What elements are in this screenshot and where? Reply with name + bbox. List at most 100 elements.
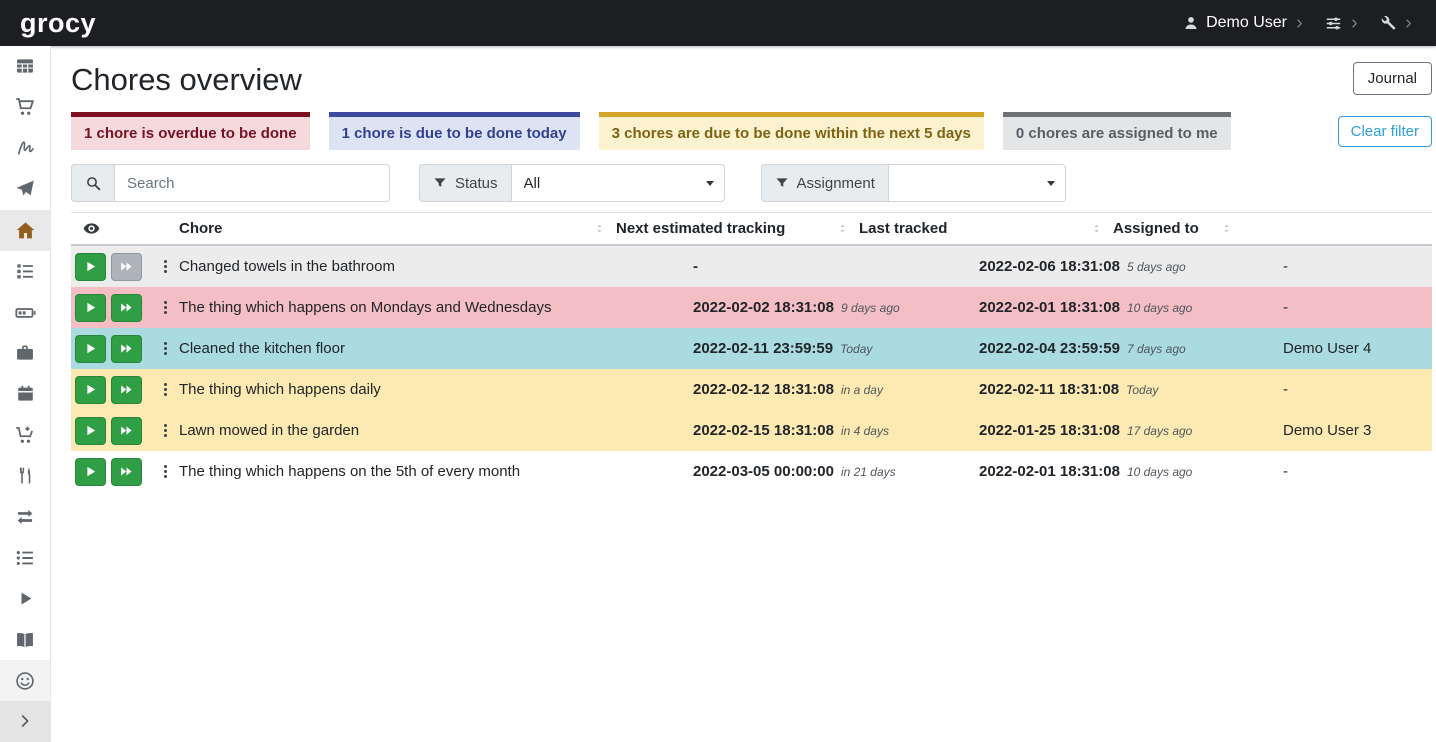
row-menu-button[interactable]	[154, 294, 176, 322]
track-execution-button[interactable]	[75, 294, 106, 322]
sidebar-item-stock-overview[interactable]	[0, 46, 50, 87]
assigned-to-cell: -	[1283, 299, 1432, 316]
sidebar-item-inventory[interactable]	[0, 537, 50, 578]
row-menu-button[interactable]	[154, 376, 176, 404]
last-tracked-cell: 2022-01-25 18:31:0817 days ago	[979, 422, 1283, 439]
home-icon	[15, 220, 36, 241]
briefcase-icon	[15, 343, 35, 363]
skip-execution-button[interactable]	[111, 253, 142, 281]
sidebar-item-chores-overview[interactable]	[0, 210, 50, 251]
chevron-right-icon	[1349, 18, 1360, 29]
battery-icon	[15, 302, 36, 323]
ellipsis-vertical-icon	[157, 299, 174, 316]
banner-due-today[interactable]: 1 chore is due to be done today	[329, 112, 580, 150]
row-menu-button[interactable]	[154, 253, 176, 281]
skip-execution-button[interactable]	[111, 376, 142, 404]
sidebar-item-feedback[interactable]	[0, 660, 50, 701]
utensils-icon	[16, 466, 35, 485]
cart-plus-icon	[15, 425, 35, 445]
table-icon	[15, 56, 35, 76]
paper-plane-icon	[15, 179, 35, 199]
last-tracked-cell: 2022-02-01 18:31:0810 days ago	[979, 299, 1283, 316]
search-input[interactable]	[114, 164, 390, 202]
next-tracking-cell: 2022-02-12 18:31:08in a day	[693, 381, 979, 398]
skip-execution-button[interactable]	[111, 417, 142, 445]
sidebar-item-purchase[interactable]	[0, 414, 50, 455]
last-tracked-cell: 2022-02-01 18:31:0810 days ago	[979, 463, 1283, 480]
row-menu-button[interactable]	[154, 417, 176, 445]
sidebar-item-battery-tracking[interactable]	[0, 619, 50, 660]
sidebar-item-equipment[interactable]	[0, 333, 50, 374]
list-icon	[15, 548, 35, 568]
chore-row: The thing which happens daily 2022-02-12…	[71, 369, 1432, 410]
user-menu[interactable]: Demo User	[1183, 14, 1305, 32]
search-icon	[71, 164, 114, 202]
journal-button[interactable]: Journal	[1353, 62, 1432, 95]
chore-row: Lawn mowed in the garden 2022-02-15 18:3…	[71, 410, 1432, 451]
banner-due-soon[interactable]: 3 chores are due to be done within the n…	[599, 112, 984, 150]
sidebar-item-tasks[interactable]	[0, 251, 50, 292]
skip-icon	[119, 423, 134, 438]
chore-row: Cleaned the kitchen floor 2022-02-11 23:…	[71, 328, 1432, 369]
last-tracked-cell: 2022-02-06 18:31:085 days ago	[979, 258, 1283, 275]
chevron-right-icon	[1403, 18, 1414, 29]
track-execution-button[interactable]	[75, 458, 106, 486]
topbar: grocy Demo User	[0, 0, 1436, 46]
sidebar-item-shopping-list[interactable]	[0, 87, 50, 128]
row-menu-button[interactable]	[154, 458, 176, 486]
play-icon	[16, 589, 35, 608]
sidebar-item-transfer[interactable]	[0, 496, 50, 537]
column-header-chore[interactable]: Chore	[179, 220, 616, 237]
track-execution-button[interactable]	[75, 335, 106, 363]
next-tracking-cell: 2022-02-02 18:31:089 days ago	[693, 299, 979, 316]
sidebar	[0, 46, 51, 742]
banner-assigned-to-me[interactable]: 0 chores are assigned to me	[1003, 112, 1231, 150]
play-icon	[83, 382, 98, 397]
sidebar-expand-button[interactable]	[0, 701, 50, 742]
exchange-icon	[15, 507, 35, 527]
column-visibility-toggle[interactable]	[71, 220, 179, 237]
skip-execution-button[interactable]	[111, 458, 142, 486]
skip-icon	[119, 259, 134, 274]
assigned-to-cell: Demo User 4	[1283, 340, 1432, 357]
column-header-assigned-to[interactable]: Assigned to	[1113, 220, 1243, 237]
column-header-last-tracked[interactable]: Last tracked	[859, 220, 1113, 237]
eye-icon	[83, 220, 100, 237]
skip-execution-button[interactable]	[111, 335, 142, 363]
chore-name: The thing which happens daily	[179, 381, 693, 398]
assigned-to-cell: Demo User 3	[1283, 422, 1432, 439]
row-menu-button[interactable]	[154, 335, 176, 363]
filter-icon	[433, 176, 447, 190]
sidebar-item-calendar[interactable]	[0, 374, 50, 415]
main-content: Chores overview Journal 1 chore is overd…	[51, 46, 1436, 742]
clear-filter-button[interactable]: Clear filter	[1338, 116, 1432, 147]
user-icon	[1183, 15, 1199, 31]
sidebar-item-batteries-overview[interactable]	[0, 292, 50, 333]
sidebar-item-meal-plan[interactable]	[0, 169, 50, 210]
track-execution-button[interactable]	[75, 417, 106, 445]
sidebar-item-consume[interactable]	[0, 455, 50, 496]
banner-overdue[interactable]: 1 chore is overdue to be done	[71, 112, 310, 150]
track-execution-button[interactable]	[75, 253, 106, 281]
skip-execution-button[interactable]	[111, 294, 142, 322]
sort-icon	[593, 222, 606, 235]
app-logo[interactable]: grocy	[20, 10, 96, 37]
table-header: Chore Next estimated tracking Last track…	[71, 212, 1432, 246]
sidebar-item-chore-tracking[interactable]	[0, 578, 50, 619]
status-filter-label: Status	[419, 164, 511, 202]
scribble-icon	[15, 138, 35, 158]
chore-name: Cleaned the kitchen floor	[179, 340, 693, 357]
status-select[interactable]: All	[511, 164, 725, 202]
sort-icon	[1220, 222, 1233, 235]
assignment-select[interactable]	[888, 164, 1066, 202]
sliders-icon	[1325, 15, 1342, 32]
sidebar-item-recipes[interactable]	[0, 128, 50, 169]
chore-row: Changed towels in the bathroom - 2022-02…	[71, 246, 1432, 287]
settings-menu[interactable]	[1325, 15, 1360, 32]
filter-icon	[775, 176, 789, 190]
column-header-next-tracking[interactable]: Next estimated tracking	[616, 220, 859, 237]
filter-bar: Status All Assignment	[71, 164, 1432, 202]
admin-menu[interactable]	[1380, 15, 1414, 31]
track-execution-button[interactable]	[75, 376, 106, 404]
page-title: Chores overview	[71, 60, 302, 100]
